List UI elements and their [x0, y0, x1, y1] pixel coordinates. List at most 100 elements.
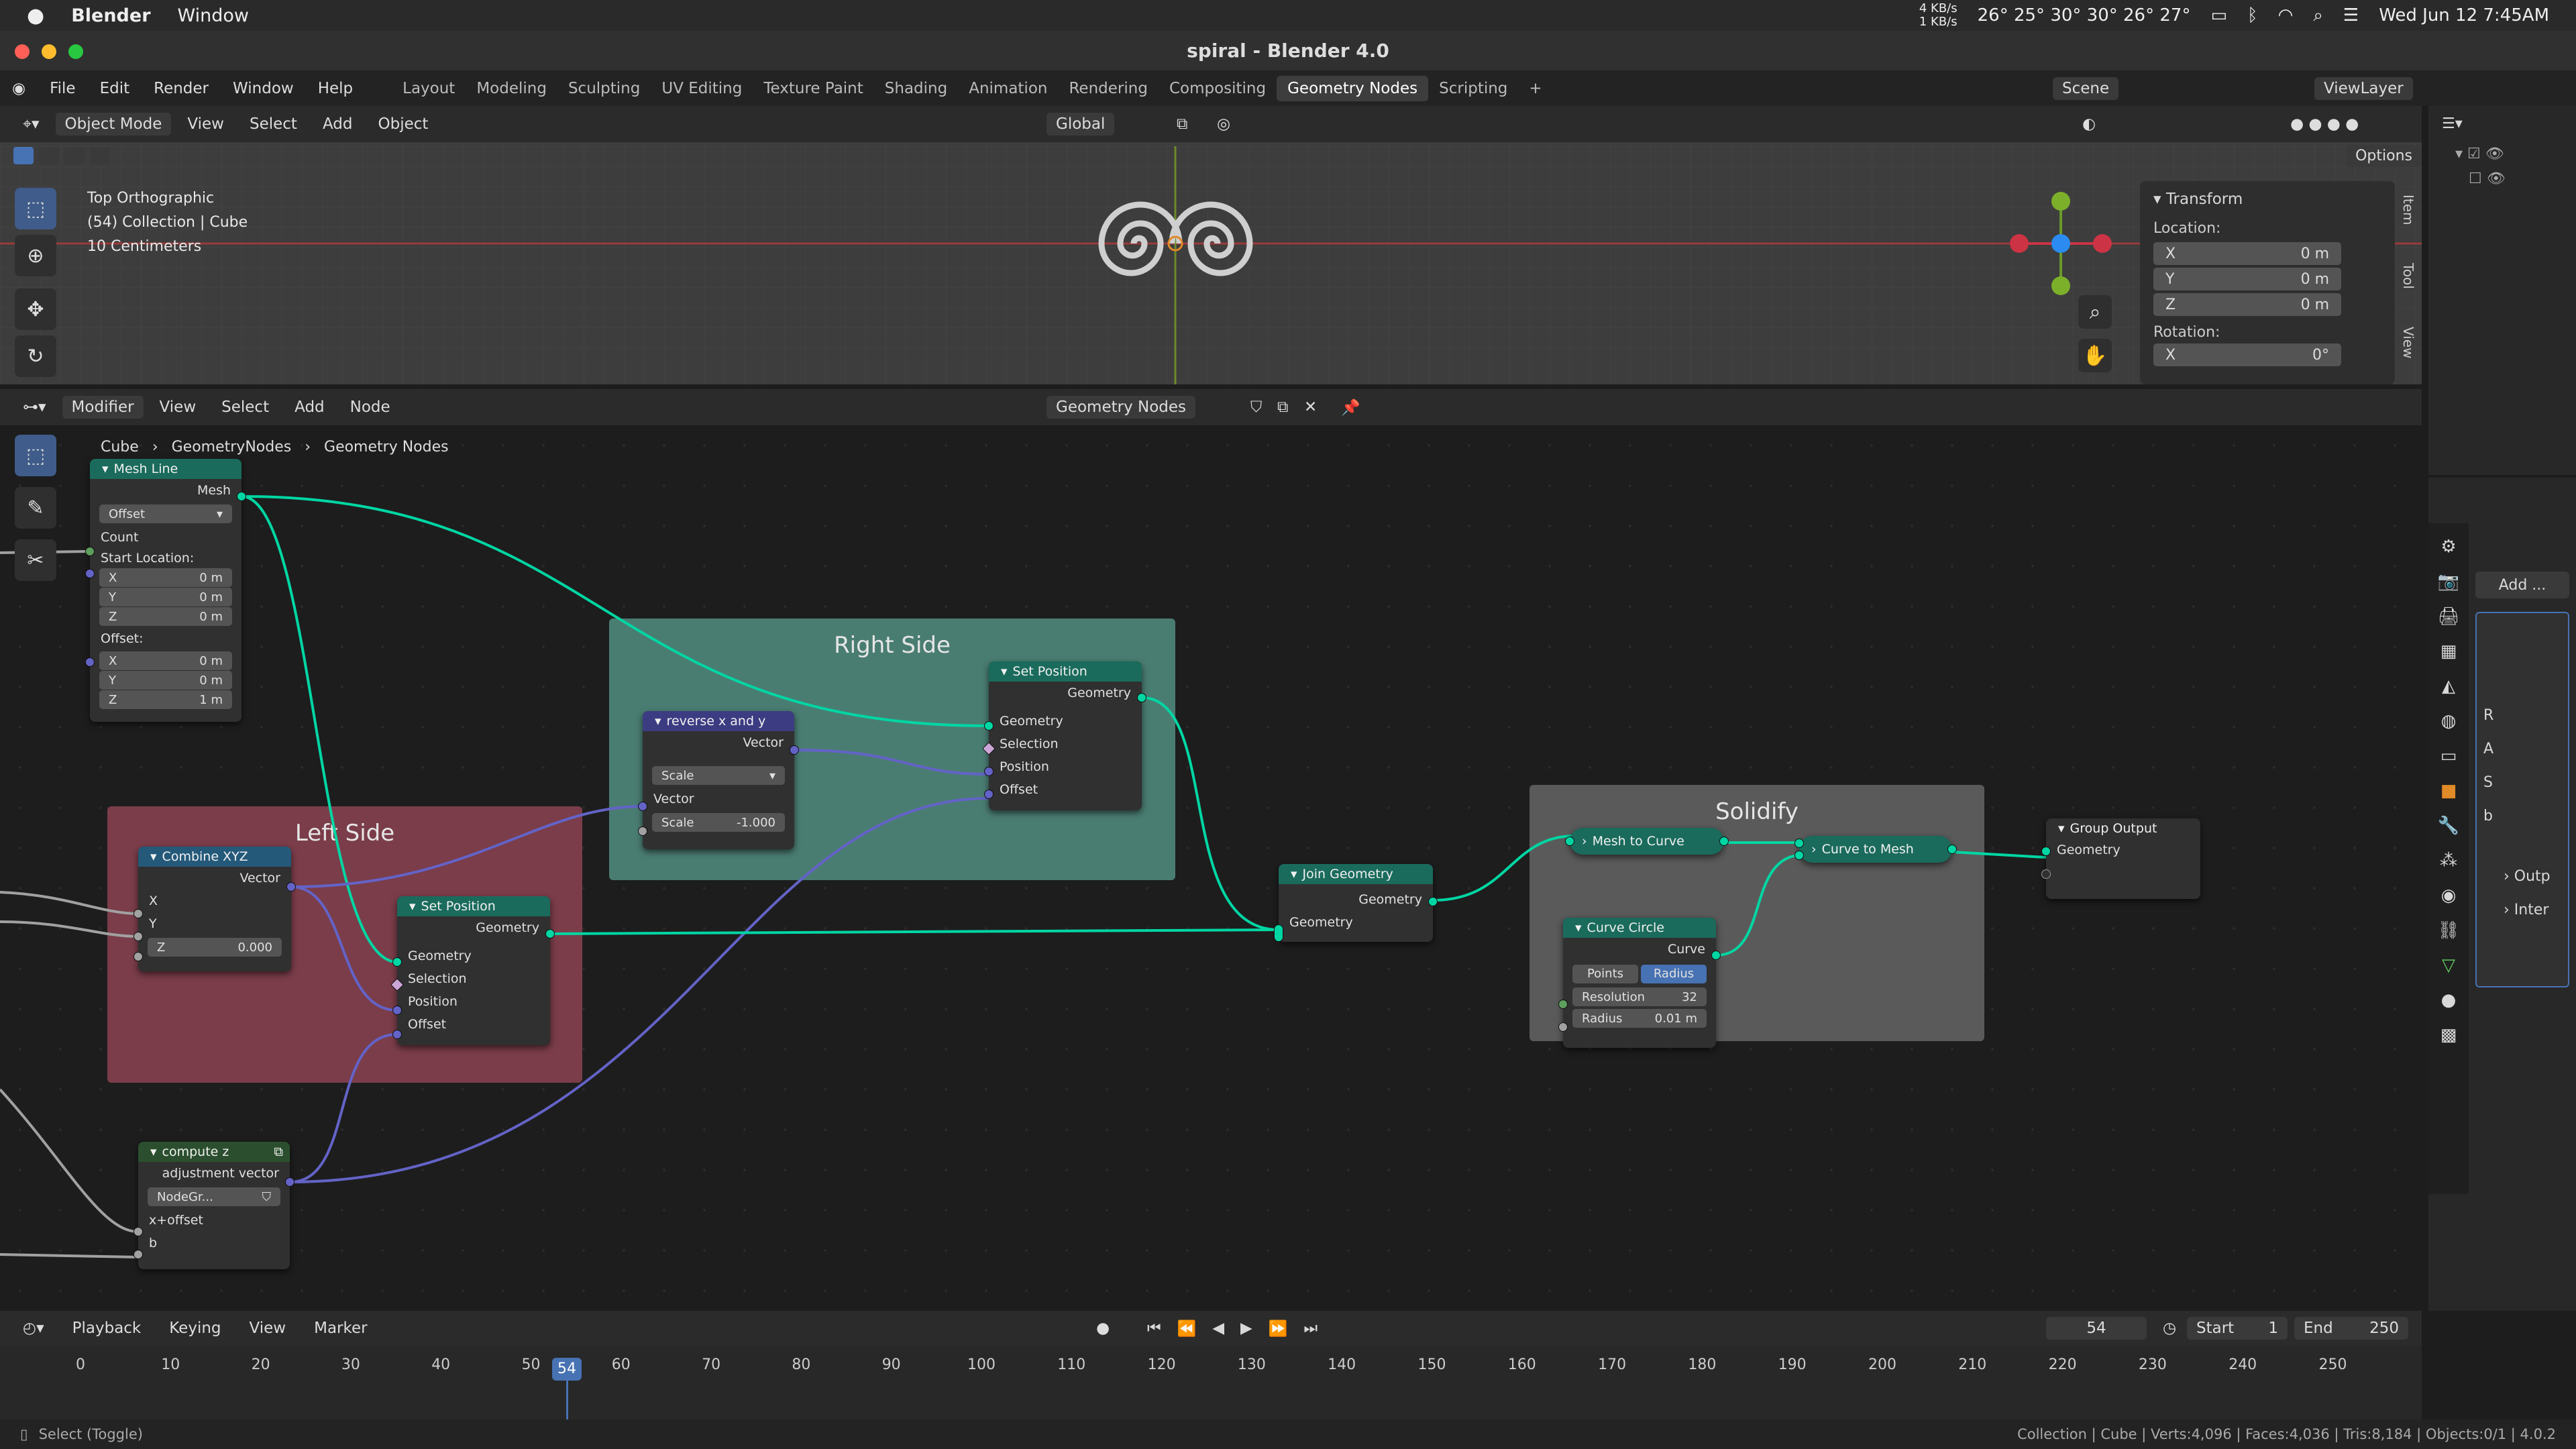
timeline-menu-view[interactable]: View: [240, 1317, 296, 1340]
mode-radius-button[interactable]: Radius: [1641, 965, 1707, 983]
shield-icon[interactable]: ⛉: [262, 1190, 272, 1204]
node-select-tool[interactable]: ⬚: [15, 435, 56, 476]
bluetooth-icon[interactable]: ᛒ: [2247, 5, 2258, 25]
node-menu-view[interactable]: View: [150, 396, 206, 419]
socket-count-in[interactable]: [85, 547, 95, 556]
menu-help[interactable]: Help: [306, 80, 365, 97]
object-properties-icon[interactable]: ■: [2440, 781, 2457, 801]
workspace-tab-uv-editing[interactable]: UV Editing: [651, 76, 753, 101]
socket-vector-out[interactable]: [790, 745, 799, 755]
menu-window[interactable]: Window: [221, 80, 306, 97]
socket-adjustment-vector-out[interactable]: [285, 1177, 294, 1187]
timeline-menu-keying[interactable]: Keying: [160, 1317, 230, 1340]
spotlight-icon[interactable]: ⌕: [2313, 5, 2323, 26]
tool-properties-icon[interactable]: ⚙: [2440, 537, 2456, 557]
breadcrumb-tree[interactable]: Geometry Nodes: [324, 439, 449, 455]
constraints-properties-icon[interactable]: ⛓: [2437, 920, 2459, 941]
timeline-menu-marker[interactable]: Marker: [305, 1317, 377, 1340]
scene-selector[interactable]: Scene: [2053, 77, 2119, 100]
add-modifier-button[interactable]: Add ...: [2475, 572, 2569, 598]
playhead[interactable]: 54: [552, 1358, 582, 1381]
play-icon[interactable]: ▶: [1240, 1320, 1252, 1338]
timeline-editor-type-icon[interactable]: ◴▾: [13, 1317, 54, 1340]
outliner-row[interactable]: ▾ ☑ 👁: [2428, 142, 2576, 166]
viewport-overlays-icon[interactable]: ◐: [2073, 113, 2105, 136]
cursor-tool[interactable]: ⊕: [15, 235, 56, 276]
workspace-tab-shading[interactable]: Shading: [874, 76, 958, 101]
viewport-menu-select[interactable]: Select: [240, 113, 307, 136]
node-editor-canvas[interactable]: Cube › GeometryNodes › Geometry Nodes Ri…: [0, 425, 2422, 1311]
editor-type-icon[interactable]: ⌖▾: [13, 113, 49, 136]
transform-section-header[interactable]: ▾ Transform: [2140, 181, 2395, 217]
socket-x-offset-in[interactable]: [133, 1227, 143, 1236]
clock[interactable]: Wed Jun 12 7:45AM: [2379, 5, 2549, 25]
breadcrumb-modifier[interactable]: GeometryNodes: [172, 439, 292, 455]
node-curve-to-mesh[interactable]: › Curve to Mesh: [1794, 836, 1957, 863]
node-group-output[interactable]: ▾ Group Output Geometry: [2041, 818, 2200, 899]
node-header-set-position-right[interactable]: ▾ Set Position: [989, 661, 1142, 682]
select-extend-mode-icon[interactable]: [39, 147, 59, 164]
node-tree-selector[interactable]: Geometry Nodes: [1046, 396, 1196, 419]
workspace-tab-scripting[interactable]: Scripting: [1428, 76, 1518, 101]
viewport-menu-add[interactable]: Add: [313, 113, 362, 136]
battery-icon[interactable]: ▭: [2210, 5, 2227, 25]
record-icon[interactable]: ●: [1087, 1317, 1119, 1340]
zoom-view-icon[interactable]: ⌕: [2078, 295, 2112, 329]
node-header-mesh-line[interactable]: ▾ Mesh Line: [90, 459, 241, 479]
modifier-properties-icon[interactable]: 🔧: [2438, 816, 2459, 836]
internal-dependencies-subpanel[interactable]: › Inter: [2504, 902, 2548, 918]
node-mesh-line[interactable]: ▾ Mesh Line Mesh Offset ▾ Count Start Loc…: [85, 459, 246, 722]
socket-offset-in[interactable]: [392, 1030, 402, 1039]
node-join-geometry[interactable]: ▾ Join Geometry Geometry Geometry: [1274, 864, 1438, 942]
rotation-x-field[interactable]: X 0°: [2153, 343, 2341, 366]
physics-properties-icon[interactable]: ◉: [2441, 885, 2457, 906]
modifier-panel-geometry-nodes[interactable]: R A S b › Outp › Inter: [2475, 612, 2569, 987]
select-box-tool[interactable]: ⬚: [15, 188, 56, 229]
socket-b-in[interactable]: [133, 1250, 143, 1259]
breadcrumb-object[interactable]: Cube: [101, 439, 139, 455]
select-box-mode-icon[interactable]: [13, 147, 34, 164]
node-set-position-left[interactable]: ▾ Set Position Geometry Geometry Selecti…: [390, 896, 555, 1045]
apple-icon[interactable]: ●: [27, 4, 44, 28]
jump-end-icon[interactable]: ⏭: [1303, 1320, 1318, 1338]
menu-edit[interactable]: Edit: [88, 80, 142, 97]
minimize-window-button[interactable]: [42, 44, 56, 59]
world-properties-icon[interactable]: ◍: [2441, 711, 2457, 731]
socket-y-in[interactable]: [133, 932, 143, 941]
collection-properties-icon[interactable]: ▭: [2440, 746, 2457, 766]
app-menu[interactable]: Blender: [71, 5, 150, 26]
node-reverse-x-and-y[interactable]: ▾ reverse x and y Vector Scale ▾ Vector S…: [638, 711, 799, 849]
socket-geometry-in[interactable]: [984, 721, 994, 731]
scene-properties-icon[interactable]: ◭: [2442, 676, 2455, 696]
zoom-window-button[interactable]: [68, 44, 83, 59]
node-curve-circle[interactable]: ▾ Curve Circle Curve Points Radius Resol…: [1558, 918, 1721, 1048]
node-combine-xyz[interactable]: ▾ Combine XYZ Vector X Y Z 0.000: [133, 847, 296, 971]
socket-offset-in[interactable]: [85, 657, 95, 667]
outliner[interactable]: ☰▾ ▾ ☑ 👁 ☐ 👁: [2428, 106, 2576, 475]
node-header-join-geometry[interactable]: ▾ Join Geometry: [1279, 864, 1433, 884]
next-keyframe-icon[interactable]: ⏩: [1269, 1320, 1288, 1338]
modifier-context-dropdown[interactable]: Modifier: [62, 396, 144, 419]
render-properties-icon[interactable]: 📷: [2438, 572, 2459, 592]
socket-mesh-out[interactable]: [1947, 845, 1957, 854]
menu-file[interactable]: File: [38, 80, 88, 97]
socket-curve-out[interactable]: [1711, 951, 1721, 960]
node-header-curve-to-mesh[interactable]: › Curve to Mesh: [1799, 836, 1952, 863]
socket-geometry-out[interactable]: [1428, 897, 1438, 906]
add-workspace-icon[interactable]: +: [1518, 76, 1552, 101]
socket-position-in[interactable]: [984, 767, 994, 776]
viewport-options-dropdown[interactable]: Options: [2346, 144, 2422, 167]
node-menu-select[interactable]: Select: [212, 396, 278, 419]
socket-geometry-out[interactable]: [545, 929, 555, 938]
timeline-menu-playback[interactable]: Playback: [63, 1317, 151, 1340]
socket-geometry-in[interactable]: [1274, 924, 1283, 942]
view-layer-properties-icon[interactable]: ▦: [2440, 641, 2457, 661]
node-header-mesh-to-curve[interactable]: › Mesh to Curve: [1570, 828, 1724, 855]
socket-start-in[interactable]: [85, 569, 95, 578]
play-reverse-icon[interactable]: ◀: [1212, 1320, 1224, 1338]
pan-view-icon[interactable]: ✋: [2078, 339, 2112, 372]
start-y-field[interactable]: Y0 m: [99, 588, 232, 606]
control-center-icon[interactable]: ☰: [2343, 5, 2359, 25]
socket-resolution-in[interactable]: [1558, 1000, 1568, 1009]
socket-curve-in[interactable]: [1794, 839, 1804, 848]
